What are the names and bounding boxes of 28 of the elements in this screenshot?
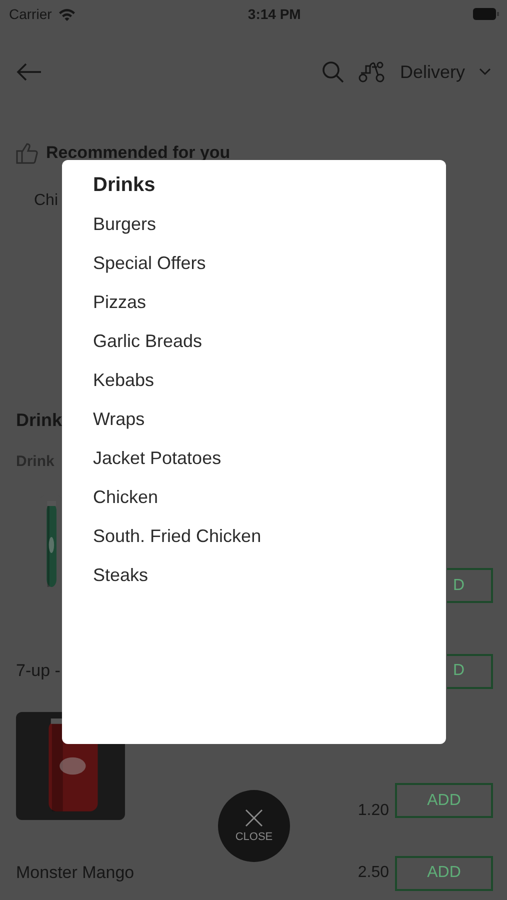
product-name: 7-up -	[16, 661, 60, 681]
back-arrow-icon[interactable]	[16, 62, 42, 82]
close-button[interactable]: CLOSE	[218, 790, 290, 862]
menu-item[interactable]: South. Fried Chicken	[93, 525, 262, 547]
category-title: Drink	[16, 410, 62, 431]
section-title: Recommended for you	[46, 143, 230, 163]
close-icon	[245, 809, 263, 827]
product-name: Monster Mango	[16, 863, 134, 883]
menu-item[interactable]: Kebabs	[93, 369, 154, 391]
menu-item[interactable]: Burgers	[93, 213, 156, 235]
status-time: 3:14 PM	[246, 6, 302, 22]
menu-item[interactable]: Wraps	[93, 408, 145, 430]
battery-icon	[473, 8, 499, 20]
menu-item[interactable]: Garlic Breads	[93, 330, 202, 352]
menu-item[interactable]: Special Offers	[93, 252, 206, 274]
menu-title[interactable]: Drinks	[93, 174, 156, 197]
chevron-down-icon[interactable]	[479, 68, 491, 76]
thumbs-up-icon	[16, 142, 38, 164]
wifi-icon	[58, 8, 76, 20]
menu-item[interactable]: Steaks	[93, 564, 148, 586]
menu-item[interactable]: Pizzas	[93, 291, 146, 313]
carrier-label: Carrier	[9, 6, 52, 22]
product-price: 1.20	[358, 802, 389, 820]
menu-item[interactable]: Chicken	[93, 486, 158, 508]
product-price: 2.50	[358, 864, 389, 882]
scooter-icon[interactable]	[358, 61, 386, 83]
menu-item[interactable]: Jacket Potatoes	[93, 447, 222, 469]
search-icon[interactable]	[322, 61, 344, 83]
